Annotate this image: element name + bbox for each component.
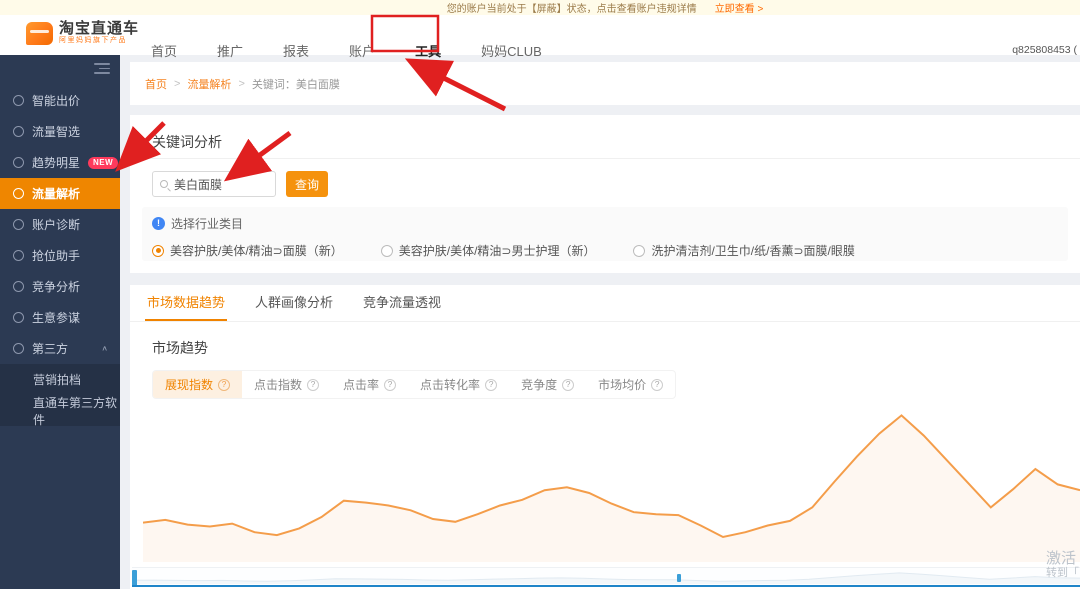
sidebar-item-third-party[interactable]: 第三方 ∧ xyxy=(0,333,120,364)
sidebar-item-competition-analysis[interactable]: 竞争分析 xyxy=(0,271,120,302)
sidebar-subitem-marketing-partner[interactable]: 营销拍档 xyxy=(0,364,120,395)
category-option-1[interactable]: 美容护肤/美体/精油⊃面膜（新） xyxy=(152,242,343,259)
traffic-select-icon xyxy=(13,126,24,137)
sidebar-item-label: 智能出价 xyxy=(32,92,80,109)
radio-selected-icon[interactable] xyxy=(152,245,164,257)
breadcrumb-section[interactable]: 流量解析 xyxy=(187,76,231,92)
sidebar-subitem-label: 直通车第三方软件 xyxy=(33,394,120,428)
third-party-icon xyxy=(13,343,24,354)
breadcrumb: 首页 > 流量解析 > 关键词：美白面膜 xyxy=(130,62,1080,105)
logo-subtitle: 阿里妈妈旗下产品 xyxy=(59,37,139,45)
smart-bid-icon xyxy=(13,95,24,106)
sidebar-item-rank-helper[interactable]: 抢位助手 xyxy=(0,240,120,271)
radio-icon[interactable] xyxy=(381,245,393,257)
sidebar-item-label: 流量智选 xyxy=(32,123,80,140)
category-option-2[interactable]: 美容护肤/美体/精油⊃男士护理（新） xyxy=(381,242,596,259)
tab-bar: 市场数据趋势 人群画像分析 竞争流量透视 xyxy=(130,285,1080,322)
datazoom-track-line xyxy=(132,585,1080,587)
logo-icon xyxy=(26,22,53,45)
breadcrumb-home[interactable]: 首页 xyxy=(145,76,167,92)
help-icon[interactable]: ? xyxy=(218,379,230,391)
keyword-analysis-panel: 关键词分析 美白面膜 查询 ! 选择行业类目 美容护肤/美体/精油⊃面膜（新） xyxy=(130,115,1080,273)
datazoom-left-handle[interactable] xyxy=(132,570,137,586)
sidebar-item-traffic-analysis[interactable]: 流量解析 xyxy=(0,178,120,209)
top-header: 淘宝直通车 阿里妈妈旗下产品 首页 推广 报表 账户 工具 妈妈CLUB q82… xyxy=(0,15,1080,55)
new-badge: NEW xyxy=(88,157,118,169)
help-icon[interactable]: ? xyxy=(651,379,663,391)
tab-market-data-trend[interactable]: 市场数据趋势 xyxy=(145,285,227,321)
trend-line-chart xyxy=(143,392,1080,562)
app-window: 您的账户当前处于【屏蔽】状态，点击查看账户违规详情 立即查看 > 淘宝直通车 阿… xyxy=(0,0,1080,589)
sidebar-subitem-label: 营销拍档 xyxy=(33,371,81,388)
metric-label: 市场均价 xyxy=(598,376,646,393)
sidebar-item-trend-star[interactable]: 趋势明星 NEW xyxy=(0,147,120,178)
competition-analysis-icon xyxy=(13,281,24,292)
metric-label: 点击率 xyxy=(343,376,379,393)
breadcrumb-current: 关键词：美白面膜 xyxy=(252,76,340,92)
sycm-icon xyxy=(13,312,24,323)
sidebar-item-account-diagnosis[interactable]: 账户诊断 xyxy=(0,209,120,240)
breadcrumb-separator: > xyxy=(238,78,244,90)
market-data-panel: 市场数据趋势 人群画像分析 竞争流量透视 市场趋势 展现指数 ? 点击指数 ? … xyxy=(130,285,1080,589)
sidebar-item-label: 流量解析 xyxy=(32,185,80,202)
sidebar-item-sycm[interactable]: 生意参谋 xyxy=(0,302,120,333)
sidebar-item-label: 生意参谋 xyxy=(32,309,80,326)
keyword-search-input[interactable]: 美白面膜 xyxy=(152,171,276,197)
category-select-box: ! 选择行业类目 美容护肤/美体/精油⊃面膜（新） 美容护肤/美体/精油⊃男士护… xyxy=(142,207,1068,261)
category-option-label: 洗护清洁剂/卫生巾/纸/香薰⊃面膜/眼膜 xyxy=(651,242,854,259)
category-option-3[interactable]: 洗护清洁剂/卫生巾/纸/香薰⊃面膜/眼膜 xyxy=(633,242,854,259)
rank-helper-icon xyxy=(13,250,24,261)
breadcrumb-separator: > xyxy=(174,78,180,90)
help-icon[interactable]: ? xyxy=(307,379,319,391)
metric-label: 展现指数 xyxy=(165,376,213,393)
metric-label: 竞争度 xyxy=(521,376,557,393)
market-trend-title: 市场趋势 xyxy=(152,338,1080,358)
logo-title: 淘宝直通车 xyxy=(59,21,139,37)
radio-icon[interactable] xyxy=(633,245,645,257)
help-icon[interactable]: ? xyxy=(562,379,574,391)
search-icon xyxy=(160,180,168,188)
sidebar-item-label: 抢位助手 xyxy=(32,247,80,264)
main-content: 首页 > 流量解析 > 关键词：美白面膜 关键词分析 美白面膜 查询 ! 选择行… xyxy=(120,55,1080,589)
account-diagnosis-icon xyxy=(13,219,24,230)
notice-view-link[interactable]: 立即查看 > xyxy=(715,0,764,15)
info-icon: ! xyxy=(152,217,165,230)
sidebar-item-smart-bid[interactable]: 智能出价 xyxy=(0,85,120,116)
metric-label: 点击指数 xyxy=(254,376,302,393)
datazoom-middle-handle[interactable] xyxy=(677,574,681,582)
tab-competition-traffic[interactable]: 竞争流量透视 xyxy=(361,285,443,321)
sidebar-item-label: 竞争分析 xyxy=(32,278,80,295)
panel-title: 关键词分析 xyxy=(152,132,222,152)
help-icon[interactable]: ? xyxy=(485,379,497,391)
sidebar-menu: 智能出价 流量智选 趋势明星 NEW 流量解析 账户诊断 抢位助手 xyxy=(0,55,120,426)
query-button[interactable]: 查询 xyxy=(286,171,328,197)
category-hint: 选择行业类目 xyxy=(171,215,243,232)
app-logo[interactable]: 淘宝直通车 阿里妈妈旗下产品 xyxy=(26,21,139,45)
collapse-sidebar-icon[interactable] xyxy=(94,63,110,75)
category-option-label: 美容护肤/美体/精油⊃男士护理（新） xyxy=(399,242,596,259)
sidebar-item-label: 第三方 xyxy=(32,340,68,357)
search-input-value: 美白面膜 xyxy=(174,176,222,193)
traffic-analysis-icon xyxy=(13,188,24,199)
chart-datazoom-slider[interactable] xyxy=(132,567,1080,587)
sidebar-item-traffic-select[interactable]: 流量智选 xyxy=(0,116,120,147)
divider xyxy=(130,158,1080,159)
trend-star-icon xyxy=(13,157,24,168)
chevron-up-icon: ∧ xyxy=(101,344,108,353)
sidebar-subitem-third-party-software[interactable]: 直通车第三方软件 xyxy=(0,395,120,426)
category-option-label: 美容护肤/美体/精油⊃面膜（新） xyxy=(170,242,343,259)
metric-label: 点击转化率 xyxy=(420,376,480,393)
sidebar-item-label: 账户诊断 xyxy=(32,216,80,233)
account-notice-bar: 您的账户当前处于【屏蔽】状态，点击查看账户违规详情 立即查看 > xyxy=(0,0,1080,15)
tab-audience-portrait[interactable]: 人群画像分析 xyxy=(253,285,335,321)
help-icon[interactable]: ? xyxy=(384,379,396,391)
notice-text: 您的账户当前处于【屏蔽】状态，点击查看账户违规详情 xyxy=(447,0,697,15)
sidebar: 智能出价 流量智选 趋势明星 NEW 流量解析 账户诊断 抢位助手 xyxy=(0,55,120,589)
category-options: 美容护肤/美体/精油⊃面膜（新） 美容护肤/美体/精油⊃男士护理（新） 洗护清洁… xyxy=(152,242,1058,259)
sidebar-item-label: 趋势明星 xyxy=(32,154,80,171)
